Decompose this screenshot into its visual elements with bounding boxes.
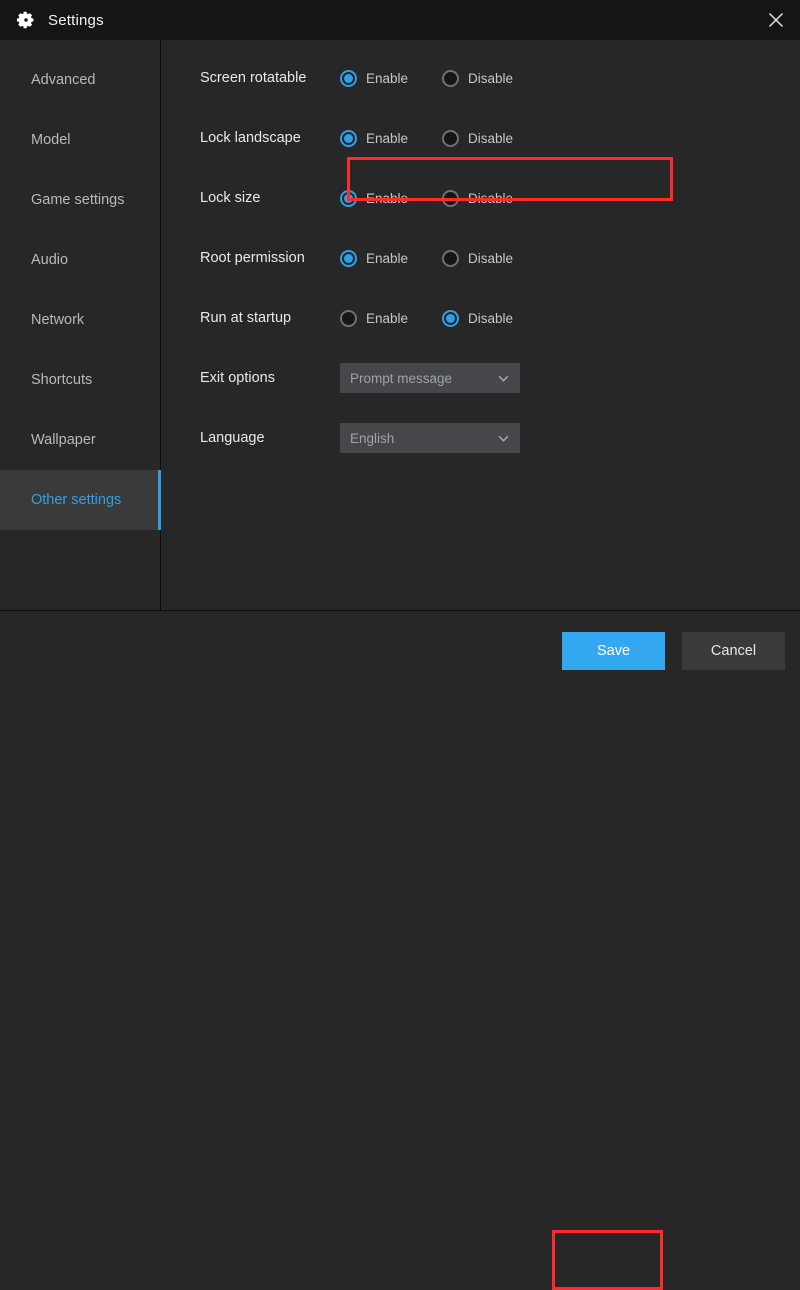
setting-label: Run at startup [200,310,340,326]
radio-label: Enable [366,71,408,86]
radio-group: Enable Disable [340,250,513,267]
radio-disable-root-permission[interactable]: Disable [442,250,513,267]
sidebar-item-other-settings[interactable]: Other settings [0,470,160,530]
radio-selected-icon [340,190,357,207]
setting-row-lock-landscape: Lock landscape Enable Disable [161,108,800,168]
radio-disable-lock-size[interactable]: Disable [442,190,513,207]
radio-disable-lock-landscape[interactable]: Disable [442,130,513,147]
dropdown-exit-options[interactable]: Prompt message [340,363,520,393]
radio-enable-run-at-startup[interactable]: Enable [340,310,408,327]
setting-row-screen-rotatable: Screen rotatable Enable Disable [161,48,800,108]
setting-label: Screen rotatable [200,70,340,86]
sidebar-item-wallpaper[interactable]: Wallpaper [0,410,160,470]
sidebar: Advanced Model Game settings Audio Network Sh… [0,40,161,610]
radio-enable-screen-rotatable[interactable]: Enable [340,70,408,87]
radio-unselected-icon [442,250,459,267]
sidebar-item-label: Network [31,312,84,328]
radio-group: Enable Disable [340,310,513,327]
setting-label: Root permission [200,250,340,266]
setting-row-exit-options: Exit options Prompt message [161,348,800,408]
sidebar-item-shortcuts[interactable]: Shortcuts [0,350,160,410]
setting-label: Language [200,430,340,446]
sidebar-item-game-settings[interactable]: Game settings [0,170,160,230]
sidebar-item-label: Other settings [31,492,121,508]
radio-label: Disable [468,71,513,86]
radio-group: Enable Disable [340,130,513,147]
radio-group: Enable Disable [340,190,513,207]
radio-label: Enable [366,311,408,326]
radio-enable-root-permission[interactable]: Enable [340,250,408,267]
radio-label: Disable [468,131,513,146]
dropdown-value: Prompt message [350,371,452,386]
radio-unselected-icon [442,70,459,87]
chevron-down-icon [497,372,510,385]
close-icon[interactable] [760,4,792,36]
chevron-down-icon [497,432,510,445]
settings-window: Settings Advanced Model Game settings Audio… [0,0,800,690]
sidebar-item-audio[interactable]: Audio [0,230,160,290]
radio-enable-lock-landscape[interactable]: Enable [340,130,408,147]
sidebar-item-label: Game settings [31,192,125,208]
radio-unselected-icon [442,190,459,207]
dropdown-value: English [350,431,394,446]
dropdown-language[interactable]: English [340,423,520,453]
setting-label: Exit options [200,370,340,386]
body-split: Advanced Model Game settings Audio Network Sh… [0,40,800,610]
radio-label: Disable [468,311,513,326]
setting-row-language: Language English [161,408,800,468]
radio-label: Enable [366,191,408,206]
sidebar-item-network[interactable]: Network [0,290,160,350]
annotation-box-save [552,1230,663,1290]
setting-row-root-permission: Root permission Enable Disable [161,228,800,288]
sidebar-item-label: Shortcuts [31,372,92,388]
setting-label: Lock size [200,190,340,206]
radio-selected-icon [340,130,357,147]
cancel-button[interactable]: Cancel [682,632,785,670]
window-title: Settings [48,12,104,29]
sidebar-item-label: Wallpaper [31,432,96,448]
radio-group: Enable Disable [340,70,513,87]
setting-row-lock-size: Lock size Enable Disable [161,168,800,228]
radio-unselected-icon [340,310,357,327]
radio-label: Enable [366,251,408,266]
radio-label: Disable [468,191,513,206]
sidebar-item-model[interactable]: Model [0,110,160,170]
save-button[interactable]: Save [562,632,665,670]
radio-disable-screen-rotatable[interactable]: Disable [442,70,513,87]
sidebar-item-label: Model [31,132,71,148]
sidebar-item-label: Advanced [31,72,96,88]
titlebar: Settings [0,0,800,40]
setting-row-run-at-startup: Run at startup Enable Disable [161,288,800,348]
radio-disable-run-at-startup[interactable]: Disable [442,310,513,327]
sidebar-item-label: Audio [31,252,68,268]
radio-enable-lock-size[interactable]: Enable [340,190,408,207]
radio-label: Enable [366,131,408,146]
footer-bar: Save Cancel [0,610,800,690]
setting-label: Lock landscape [200,130,340,146]
radio-label: Disable [468,251,513,266]
radio-selected-icon [442,310,459,327]
sidebar-item-advanced[interactable]: Advanced [0,50,160,110]
settings-content: Screen rotatableEnableDisableLock landsc… [161,40,800,610]
radio-unselected-icon [442,130,459,147]
radio-selected-icon [340,70,357,87]
gear-icon [16,10,36,30]
radio-selected-icon [340,250,357,267]
